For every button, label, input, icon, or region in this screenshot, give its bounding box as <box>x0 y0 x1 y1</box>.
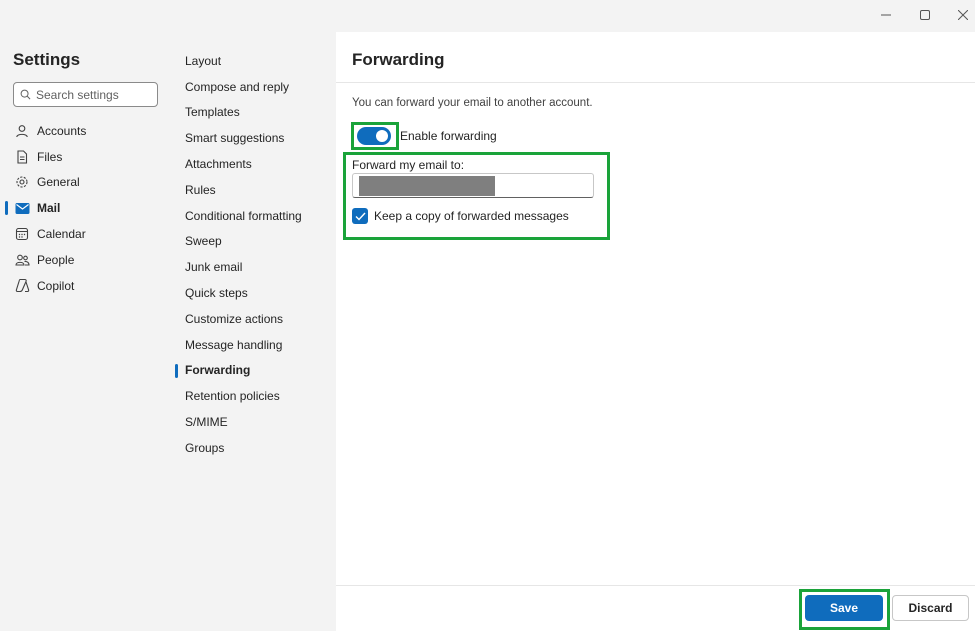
forwarding-description: You can forward your email to another ac… <box>352 97 593 109</box>
sidebar-item-label: Copilot <box>37 278 75 293</box>
minimize-button[interactable] <box>866 0 906 30</box>
submenu-item-quick-steps[interactable]: Quick steps <box>172 280 336 306</box>
submenu-item-compose-and-reply[interactable]: Compose and reply <box>172 74 336 100</box>
settings-nav: Accounts Files General Mail Calendar Peo… <box>0 118 172 299</box>
forward-email-field[interactable] <box>352 173 594 198</box>
submenu-item-junk-email[interactable]: Junk email <box>172 254 336 280</box>
settings-title: Settings <box>13 50 81 69</box>
sidebar-item-people[interactable]: People <box>0 247 172 273</box>
action-footer: Save Discard <box>336 585 975 631</box>
sidebar-item-copilot[interactable]: Copilot <box>0 273 172 299</box>
close-button[interactable] <box>943 0 975 30</box>
submenu-item-rules[interactable]: Rules <box>172 177 336 203</box>
sidebar-item-label: Mail <box>37 201 61 216</box>
minimize-icon <box>881 14 891 16</box>
search-box[interactable] <box>13 82 158 107</box>
sidebar-item-accounts[interactable]: Accounts <box>0 118 172 144</box>
submenu-item-templates[interactable]: Templates <box>172 100 336 126</box>
keep-copy-checkbox[interactable] <box>352 208 368 224</box>
close-icon <box>958 10 968 20</box>
sidebar-item-label: General <box>37 175 80 190</box>
sidebar-item-files[interactable]: Files <box>0 144 172 170</box>
maximize-icon <box>920 10 930 20</box>
gear-icon <box>14 174 30 190</box>
search-input[interactable] <box>36 87 151 102</box>
submenu-item-message-handling[interactable]: Message handling <box>172 332 336 358</box>
save-button[interactable]: Save <box>805 595 883 621</box>
redacted-email-value <box>359 176 495 196</box>
people-icon <box>14 252 30 268</box>
calendar-icon <box>14 226 30 242</box>
enable-forwarding-label: Enable forwarding <box>400 129 497 143</box>
mail-icon <box>14 200 30 216</box>
person-icon <box>14 123 30 139</box>
submenu-item-retention-policies[interactable]: Retention policies <box>172 383 336 409</box>
copilot-icon <box>14 278 30 294</box>
submenu-item-attachments[interactable]: Attachments <box>172 151 336 177</box>
submenu-list: Layout Compose and reply Templates Smart… <box>172 48 336 461</box>
submenu-item-forwarding[interactable]: Forwarding <box>172 358 336 384</box>
settings-sidebar: Settings Accounts Files General <box>0 32 172 631</box>
forwarding-panel: Forwarding You can forward your email to… <box>336 32 975 631</box>
maximize-button[interactable] <box>905 0 945 30</box>
file-icon <box>14 149 30 165</box>
page-title: Forwarding <box>352 50 445 69</box>
sidebar-item-mail[interactable]: Mail <box>0 195 172 221</box>
sidebar-item-calendar[interactable]: Calendar <box>0 221 172 247</box>
forward-email-label: Forward my email to: <box>352 158 465 172</box>
submenu-item-conditional-formatting[interactable]: Conditional formatting <box>172 203 336 229</box>
sidebar-item-label: Calendar <box>37 227 86 242</box>
submenu-item-sweep[interactable]: Sweep <box>172 229 336 255</box>
sidebar-item-general[interactable]: General <box>0 170 172 196</box>
checkmark-icon <box>355 212 366 221</box>
submenu-item-groups[interactable]: Groups <box>172 435 336 461</box>
title-bar <box>0 0 975 32</box>
sidebar-item-label: People <box>37 252 75 267</box>
sidebar-item-label: Files <box>37 149 63 164</box>
keep-copy-label: Keep a copy of forwarded messages <box>374 209 569 223</box>
content-header: Forwarding <box>336 32 975 83</box>
submenu-item-smime[interactable]: S/MIME <box>172 409 336 435</box>
sidebar-item-label: Accounts <box>37 123 87 138</box>
submenu-item-layout[interactable]: Layout <box>172 48 336 74</box>
enable-forwarding-toggle[interactable] <box>357 127 391 145</box>
mail-settings-submenu: Layout Compose and reply Templates Smart… <box>172 32 336 631</box>
discard-button[interactable]: Discard <box>892 595 969 621</box>
search-icon <box>20 89 31 100</box>
toggle-knob <box>376 130 388 142</box>
submenu-item-customize-actions[interactable]: Customize actions <box>172 306 336 332</box>
submenu-item-smart-suggestions[interactable]: Smart suggestions <box>172 125 336 151</box>
